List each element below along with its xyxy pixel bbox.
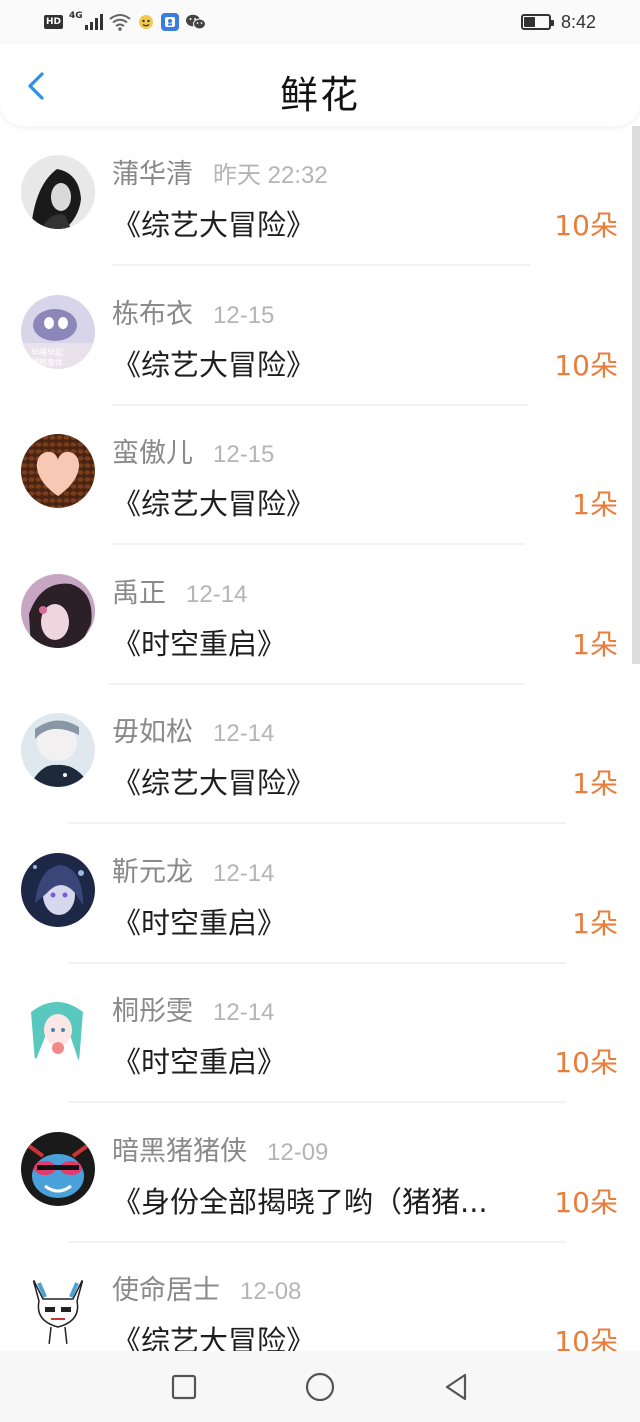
status-right: 8:42 (520, 10, 596, 34)
sender-line: 靳元龙 12-14 (112, 850, 275, 889)
avatar[interactable] (21, 1271, 95, 1345)
list-item[interactable]: 蒲华清 昨天 22:32 《综艺大冒险》 10朵 (0, 126, 640, 266)
scrollbar[interactable] (632, 126, 640, 664)
screen: HD 4G 8:42 鲜花 蒲华清 昨天 22:32 《综艺大冒险》 10朵 早… (0, 0, 640, 1422)
work-title: 《身份全部揭晓了哟（猪猪... (112, 1184, 488, 1219)
sender-line: 桐彤雯 12-14 (112, 989, 275, 1028)
flower-count: 10朵 (554, 1325, 618, 1351)
avatar[interactable] (21, 992, 95, 1066)
app-notification-icon (137, 13, 155, 31)
timestamp: 12-14 (186, 580, 248, 608)
flower-count: 1朵 (572, 767, 618, 800)
avatar[interactable] (21, 852, 95, 927)
list-item[interactable]: 暗黑猪猪侠 12-09 《身份全部揭晓了哟（猪猪... 10朵 (0, 1103, 640, 1243)
timestamp: 12-14 (213, 720, 275, 747)
sender-name[interactable]: 使命居士 (112, 1268, 220, 1307)
avatar[interactable] (21, 155, 95, 229)
flower-count: 1朵 (572, 488, 618, 521)
avatar[interactable] (21, 713, 95, 787)
page-title: 鲜花 (279, 73, 360, 117)
sender-line: 蛮傲儿 12-15 (112, 431, 275, 470)
flower-count: 10朵 (554, 348, 618, 382)
sender-line: 栋布衣 12-15 (112, 292, 275, 331)
list-item[interactable]: 桐彤雯 12-14 《时空重启》 10朵 (0, 963, 640, 1103)
signal-icon (84, 14, 103, 30)
sender-name[interactable]: 靳元龙 (112, 850, 193, 889)
sender-name[interactable]: 蛮傲儿 (112, 431, 193, 470)
battery-icon (520, 14, 554, 30)
sender-line: 禹正 12-14 (112, 571, 248, 610)
work-title: 《综艺大冒险》 (112, 208, 316, 242)
work-title: 《综艺大冒险》 (112, 766, 316, 800)
sender-name[interactable]: 蒲华清 (112, 152, 193, 191)
work-title: 《综艺大冒险》 (112, 1324, 316, 1351)
list-item[interactable]: 使命居士 12-08 《综艺大冒险》 10朵 (0, 1242, 640, 1351)
network-type: 4G (69, 11, 83, 21)
timestamp: 12-14 (213, 859, 275, 887)
home-button[interactable] (252, 1357, 388, 1417)
recent-apps-button[interactable] (116, 1357, 252, 1417)
svg-text:拥抱身体: 拥抱身体 (31, 357, 63, 367)
hd-icon: HD (44, 15, 64, 29)
sender-line: 蒲华清 昨天 22:32 (112, 152, 328, 191)
avatar[interactable] (21, 573, 95, 648)
work-title: 《时空重启》 (112, 626, 287, 661)
header: 鲜花 (0, 44, 640, 126)
sender-name[interactable]: 毋如松 (112, 710, 193, 749)
flower-count: 10朵 (554, 1046, 618, 1079)
home-icon (305, 1372, 335, 1401)
system-nav-bar (0, 1351, 640, 1422)
svg-text:早睡早起: 早睡早起 (31, 348, 63, 357)
work-title: 《时空重启》 (112, 905, 287, 940)
sender-name[interactable]: 暗黑猪猪侠 (112, 1129, 247, 1168)
back-nav-button[interactable] (388, 1357, 524, 1417)
avatar[interactable]: 早睡早起 拥抱身体 (21, 294, 95, 369)
status-time: 8:42 (560, 11, 596, 32)
work-title: 《时空重启》 (112, 1045, 287, 1079)
work-title: 《综艺大冒险》 (112, 347, 316, 382)
avatar[interactable] (21, 434, 95, 508)
list-item[interactable]: 早睡早起 拥抱身体 栋布衣 12-15 《综艺大冒险》 10朵 (0, 266, 640, 406)
timestamp: 12-15 (213, 301, 275, 329)
timestamp: 昨天 22:32 (213, 162, 328, 189)
back-triangle-icon (445, 1373, 467, 1400)
wechat-icon (185, 13, 206, 31)
shield-app-icon (160, 13, 179, 31)
sender-line: 暗黑猪猪侠 12-09 (112, 1129, 329, 1168)
timestamp: 12-14 (213, 999, 275, 1026)
list-item[interactable]: 禹正 12-14 《时空重启》 1朵 (0, 545, 640, 685)
sender-line: 使命居士 12-08 (112, 1268, 302, 1307)
flower-count: 10朵 (554, 1185, 618, 1219)
timestamp: 12-15 (213, 441, 275, 468)
flower-count: 10朵 (554, 209, 618, 242)
status-bar: HD 4G 8:42 (0, 0, 640, 44)
flower-list: 蒲华清 昨天 22:32 《综艺大冒险》 10朵 早睡早起 拥抱身体 栋布衣 12-15 《综艺… (0, 126, 640, 1351)
timestamp: 12-09 (267, 1138, 329, 1166)
list-item[interactable]: 毋如松 12-14 《综艺大冒险》 1朵 (0, 684, 640, 824)
sender-name[interactable]: 桐彤雯 (112, 989, 193, 1028)
sender-line: 毋如松 12-14 (112, 710, 275, 749)
status-left: HD 4G (44, 10, 206, 34)
timestamp: 12-08 (240, 1278, 302, 1305)
list-item[interactable]: 蛮傲儿 12-15 《综艺大冒险》 1朵 (0, 405, 640, 545)
sender-name[interactable]: 栋布衣 (112, 292, 193, 331)
flower-count: 1朵 (572, 906, 618, 940)
list-item[interactable]: 靳元龙 12-14 《时空重启》 1朵 (0, 824, 640, 964)
work-title: 《综艺大冒险》 (112, 487, 316, 521)
sender-name[interactable]: 禹正 (112, 571, 166, 610)
recent-apps-icon (171, 1374, 197, 1399)
avatar[interactable] (21, 1131, 95, 1206)
flower-count: 1朵 (572, 627, 618, 661)
wifi-icon (109, 13, 131, 31)
